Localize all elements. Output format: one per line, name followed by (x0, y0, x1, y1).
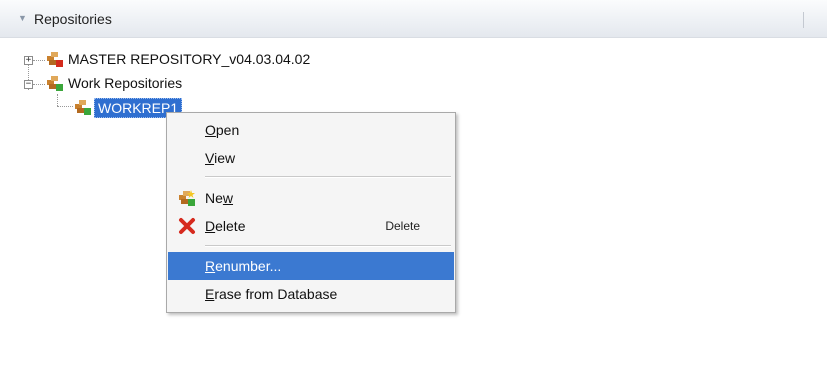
tree-item-label: Work Repositories (68, 75, 183, 91)
tree-item-work-repositories[interactable]: − Work Repositories (0, 72, 220, 94)
menu-item-erase-from-database[interactable]: Erase from Database (168, 280, 454, 308)
menu-separator (205, 176, 451, 178)
menu-item-label: Erase from Database (205, 286, 338, 302)
work-repository-icon (75, 100, 91, 115)
work-repositories-icon (47, 76, 63, 91)
collapse-triangle-icon[interactable]: ▼ (18, 13, 27, 23)
menu-item-label: Renumber... (205, 258, 282, 274)
master-repository-icon (47, 52, 63, 67)
menu-item-label: Open (205, 122, 240, 138)
shortcut-label: Delete (385, 219, 420, 233)
menu-item-label: New (205, 190, 234, 206)
menu-item-renumber[interactable]: Renumber... (168, 252, 454, 280)
repositories-panel-header[interactable]: ▼ Repositories (0, 0, 827, 38)
tree-item-label: MASTER REPOSITORY_v04.03.04.02 (68, 51, 311, 67)
panel-title: Repositories (34, 11, 112, 27)
header-divider (803, 12, 804, 28)
menu-item-open[interactable]: Open (168, 116, 454, 144)
menu-separator (205, 245, 451, 247)
menu-item-delete[interactable]: Delete Delete (168, 212, 454, 240)
new-repository-icon (179, 190, 195, 206)
menu-item-view[interactable]: View (168, 144, 454, 172)
menu-item-label: View (205, 150, 236, 166)
menu-item-new[interactable]: New (168, 184, 454, 212)
red-x-delete-icon (179, 218, 195, 234)
expand-plus-icon[interactable]: + (24, 56, 33, 65)
collapse-minus-icon[interactable]: − (24, 80, 33, 89)
context-menu: Open View New Delete Delete Renumber... … (166, 112, 456, 313)
menu-item-label: Delete (205, 218, 246, 234)
tree-item-master-repository[interactable]: + MASTER REPOSITORY_v04.03.04.02 (0, 48, 360, 70)
